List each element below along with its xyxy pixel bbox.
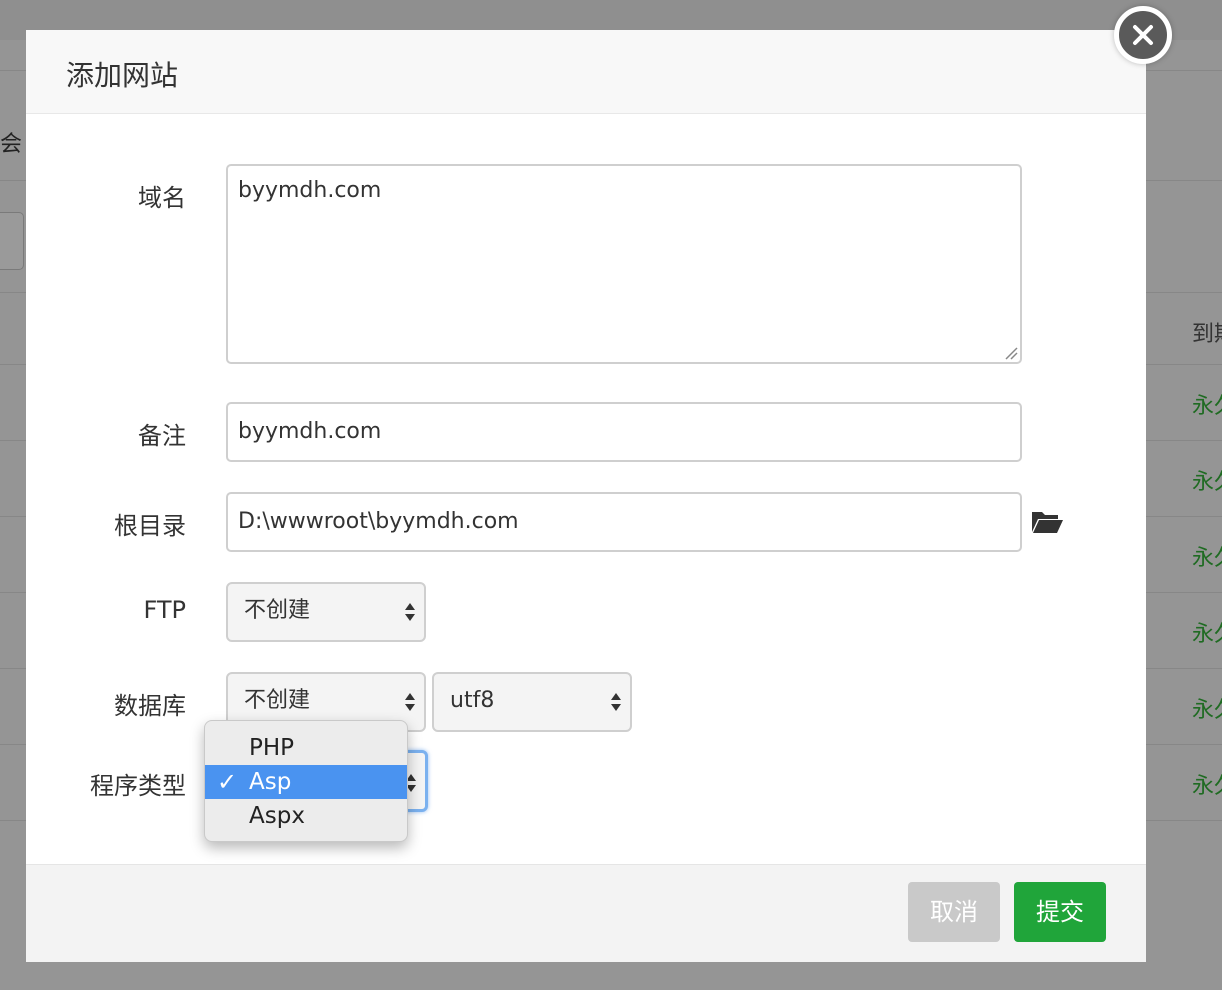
dropdown-option-php[interactable]: PHP (205, 731, 407, 765)
modal-header: 添加网站 (26, 30, 1146, 114)
cancel-button[interactable]: 取消 (908, 882, 1000, 942)
remark-label: 备注 (138, 422, 186, 450)
charset-select[interactable]: utf8 (432, 672, 632, 732)
background-expiry-cell: 永久 (1192, 774, 1222, 799)
checkmark-icon: ✓ (217, 768, 238, 796)
ftp-label: FTP (143, 596, 186, 624)
program-type-dropdown: PHP ✓ Asp Aspx (204, 720, 408, 842)
program-type-label: 程序类型 (90, 772, 186, 800)
dropdown-option-aspx[interactable]: Aspx (205, 799, 407, 833)
domain-value: byymdh.com (238, 178, 382, 203)
select-arrows-icon (405, 603, 415, 621)
dropdown-option-label: Asp (249, 769, 292, 795)
background-left-button (0, 212, 24, 270)
remark-input[interactable]: byymdh.com (226, 402, 1022, 462)
domain-label: 域名 (138, 184, 186, 212)
select-arrows-icon (611, 693, 621, 711)
dropdown-option-label: PHP (249, 735, 295, 761)
dropdown-option-asp[interactable]: ✓ Asp (205, 765, 407, 799)
select-arrows-icon (405, 693, 415, 711)
close-button[interactable] (1114, 6, 1172, 64)
resize-grip-icon[interactable] (1002, 344, 1018, 360)
database-label: 数据库 (114, 692, 186, 720)
background-expiry-cell: 永久 (1192, 394, 1222, 419)
root-dir-input[interactable]: D:\wwwroot\byymdh.com (226, 492, 1022, 552)
charset-selected-value: utf8 (450, 688, 495, 713)
background-expiry-cell: 永久 (1192, 546, 1222, 571)
submit-button[interactable]: 提交 (1014, 882, 1106, 942)
background-expiry-cell: 永久 (1192, 622, 1222, 647)
modal-title: 添加网站 (66, 59, 179, 92)
dropdown-option-label: Aspx (249, 803, 305, 829)
background-left-text: 会 (0, 132, 23, 157)
ftp-selected-value: 不创建 (244, 598, 311, 623)
background-expiry-cell: 永久 (1192, 470, 1222, 495)
root-dir-label: 根目录 (114, 512, 186, 540)
folder-open-icon[interactable] (1030, 506, 1064, 536)
ftp-select[interactable]: 不创建 (226, 582, 426, 642)
domain-textarea[interactable]: byymdh.com (226, 164, 1022, 364)
background-expiry-header: 到期 (1192, 322, 1222, 347)
background-expiry-cell: 永久 (1192, 698, 1222, 723)
database-selected-value: 不创建 (244, 688, 311, 713)
close-icon (1133, 25, 1153, 45)
